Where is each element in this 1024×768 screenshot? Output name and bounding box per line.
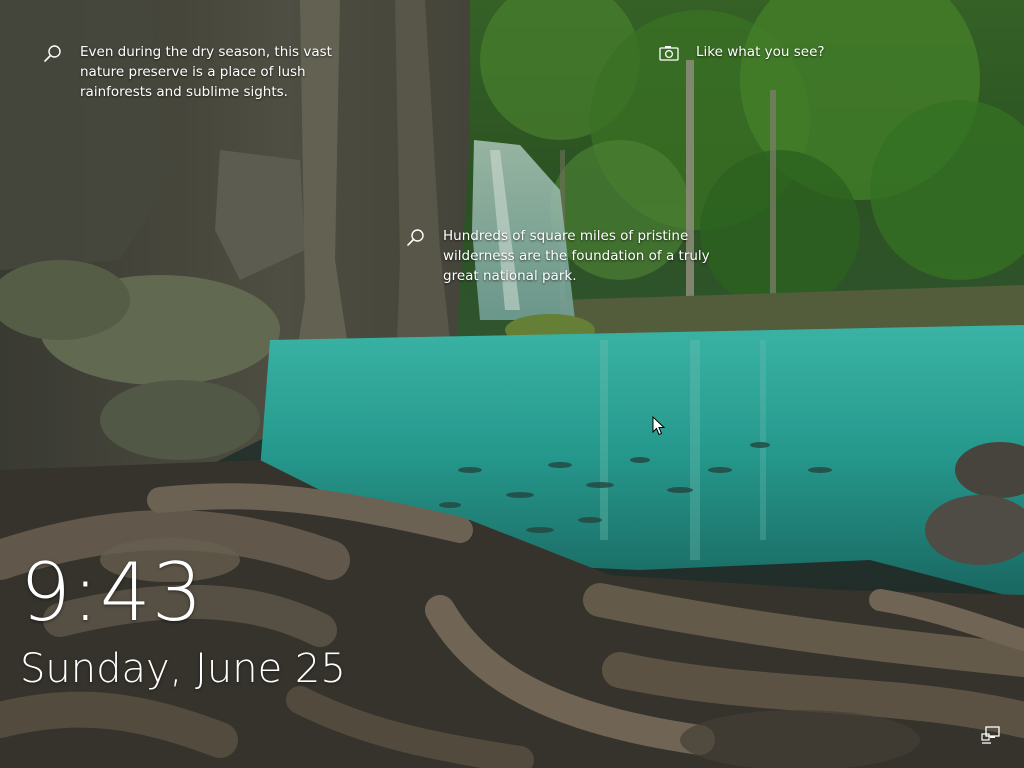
camera-icon[interactable] — [658, 43, 680, 65]
clock-time: 9:43 — [20, 546, 204, 639]
network-icon[interactable] — [980, 724, 1002, 746]
spotlight-like-prompt[interactable]: Like what you see? — [658, 42, 958, 65]
lockscreen-clock: 9:43 Sunday, June 25 — [20, 545, 346, 695]
spotlight-middle-text[interactable]: Hundreds of square miles of pristine wil… — [443, 226, 723, 286]
spotlight-tip-middle[interactable]: Hundreds of square miles of pristine wil… — [405, 226, 725, 286]
spotlight-like-text[interactable]: Like what you see? — [696, 42, 825, 62]
clock-date: Sunday, June 25 — [20, 646, 346, 692]
spotlight-tip-left[interactable]: Even during the dry season, this vast na… — [42, 42, 362, 102]
search-icon[interactable] — [42, 43, 64, 65]
spotlight-left-text[interactable]: Even during the dry season, this vast na… — [80, 42, 345, 102]
search-icon[interactable] — [405, 227, 427, 249]
mouse-cursor — [652, 415, 666, 436]
